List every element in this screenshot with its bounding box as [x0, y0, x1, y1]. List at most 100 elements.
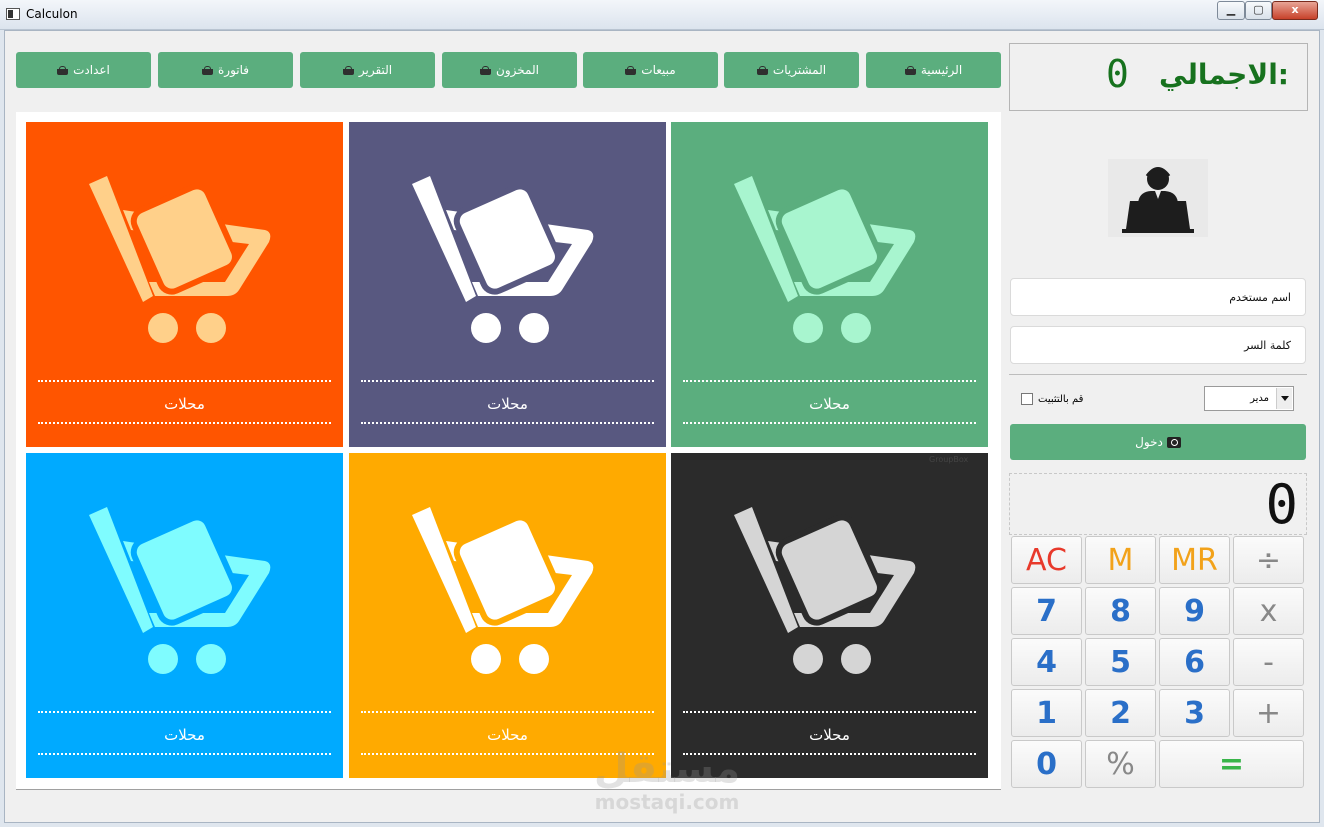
- role-select[interactable]: مدير: [1204, 386, 1294, 411]
- close-button[interactable]: x: [1272, 1, 1318, 20]
- nav-invoice-button[interactable]: فاتورة: [158, 52, 293, 88]
- calc-subtract-button[interactable]: -: [1233, 638, 1304, 686]
- nav-label: اعدادت: [73, 63, 110, 77]
- password-input[interactable]: [1011, 327, 1305, 363]
- dotted-divider: [361, 711, 654, 713]
- dotted-divider: [38, 422, 331, 424]
- shopping-cart-icon: [89, 507, 271, 674]
- divider: [1009, 374, 1307, 375]
- calc-multiply-button[interactable]: x: [1233, 587, 1304, 635]
- maximize-button[interactable]: ▢: [1245, 1, 1272, 20]
- total-value: 0: [1106, 52, 1129, 96]
- store-tile[interactable]: محلات: [26, 453, 343, 778]
- calc-digit-4-button[interactable]: 4: [1011, 638, 1082, 686]
- role-value: مدير: [1250, 393, 1269, 404]
- pin-label: قم بالتثبيت: [1038, 393, 1084, 405]
- nav-label: المشتريات: [772, 63, 827, 77]
- tile-label: محلات: [809, 726, 850, 744]
- watermark: مستقل mostaqi.com: [587, 747, 747, 813]
- basket-icon: [904, 65, 916, 75]
- store-tile[interactable]: محلات: [671, 122, 988, 447]
- basket-icon: [480, 65, 492, 75]
- nav-home-button[interactable]: الرئيسية: [866, 52, 1001, 88]
- nav-label: مبيعات: [641, 63, 676, 77]
- nav-label: المخزون: [496, 63, 539, 77]
- calc-digit-2-button[interactable]: 2: [1085, 689, 1156, 737]
- nav-label: فاتورة: [217, 63, 249, 77]
- dotted-divider: [38, 753, 331, 755]
- tile-label: محلات: [164, 395, 205, 413]
- username-field[interactable]: [1010, 278, 1306, 316]
- tile-label: محلات: [487, 395, 528, 413]
- minimize-button[interactable]: ▁: [1217, 1, 1245, 20]
- watermark-latin: mostaqi.com: [594, 790, 740, 814]
- tile-label: محلات: [809, 395, 850, 413]
- camera-icon: [1166, 436, 1181, 448]
- calc-percent-button[interactable]: %: [1085, 740, 1156, 788]
- dotted-divider: [683, 380, 976, 382]
- divider: [16, 789, 1001, 790]
- nav-inventory-button[interactable]: المخزون: [442, 52, 577, 88]
- nav-purchases-button[interactable]: المشتريات: [724, 52, 859, 88]
- calc-add-button[interactable]: +: [1233, 689, 1304, 737]
- pin-option[interactable]: قم بالتثبيت: [1021, 391, 1083, 407]
- main-window: اعدادت فاتورة التقرير المخزون مبيعات الم…: [4, 30, 1320, 823]
- calc-digit-6-button[interactable]: 6: [1159, 638, 1230, 686]
- calc-digit-1-button[interactable]: 1: [1011, 689, 1082, 737]
- calc-memory-button[interactable]: M: [1085, 536, 1156, 584]
- shopping-cart-icon: [734, 176, 916, 343]
- basket-icon: [342, 65, 354, 75]
- calc-digit-3-button[interactable]: 3: [1159, 689, 1230, 737]
- basket-icon: [756, 65, 768, 75]
- user-avatar-icon: [1108, 159, 1208, 237]
- title-bar: Calculon ▁ ▢ x: [0, 0, 1324, 30]
- tile-label: محلات: [487, 726, 528, 744]
- password-field[interactable]: [1010, 326, 1306, 364]
- dotted-divider: [683, 422, 976, 424]
- nav-label: التقرير: [358, 63, 393, 77]
- calc-memory-recall-button[interactable]: MR: [1159, 536, 1230, 584]
- basket-icon: [625, 65, 637, 75]
- window-title: Calculon: [26, 7, 78, 21]
- store-tile[interactable]: محلات: [671, 453, 988, 778]
- store-tile[interactable]: محلات: [26, 122, 343, 447]
- dotted-divider: [683, 711, 976, 713]
- username-input[interactable]: [1011, 279, 1305, 315]
- login-button[interactable]: دخول: [1010, 424, 1306, 460]
- dotted-divider: [38, 380, 331, 382]
- shopping-cart-icon: [89, 176, 271, 343]
- calc-digit-8-button[interactable]: 8: [1085, 587, 1156, 635]
- nav-report-button[interactable]: التقرير: [300, 52, 435, 88]
- store-tile[interactable]: محلات: [349, 453, 666, 778]
- dotted-divider: [361, 422, 654, 424]
- watermark-arabic: مستقل: [593, 746, 741, 792]
- groupbox-label: GroupBox: [929, 455, 969, 464]
- nav-sales-button[interactable]: مبيعات: [583, 52, 718, 88]
- calc-divide-button[interactable]: ÷: [1233, 536, 1304, 584]
- dotted-divider: [361, 380, 654, 382]
- shopping-cart-icon: [734, 507, 916, 674]
- total-panel: الاجمالي: 0: [1009, 43, 1308, 111]
- calc-digit-9-button[interactable]: 9: [1159, 587, 1230, 635]
- calc-digit-5-button[interactable]: 5: [1085, 638, 1156, 686]
- nav-label: الرئيسية: [920, 63, 963, 77]
- calculator-value: 0: [1265, 473, 1298, 536]
- calculator-display: 0: [1009, 473, 1307, 536]
- nav-settings-button[interactable]: اعدادت: [16, 52, 151, 88]
- tile-label: محلات: [164, 726, 205, 744]
- calc-digit-7-button[interactable]: 7: [1011, 587, 1082, 635]
- pin-checkbox[interactable]: [1021, 393, 1033, 405]
- chevron-down-icon[interactable]: [1276, 388, 1292, 409]
- login-label: دخول: [1135, 435, 1163, 449]
- shopping-cart-icon: [412, 176, 594, 343]
- shopping-cart-icon: [412, 507, 594, 674]
- stores-tiles-panel: محلات محلات محلات محلات محلات محلات Grou…: [16, 112, 1001, 790]
- dotted-divider: [38, 711, 331, 713]
- calc-ac-button[interactable]: AC: [1011, 536, 1082, 584]
- store-tile[interactable]: محلات: [349, 122, 666, 447]
- basket-icon: [57, 65, 69, 75]
- total-label: الاجمالي:: [1159, 58, 1289, 91]
- calc-equals-button[interactable]: =: [1159, 740, 1304, 788]
- app-icon: [6, 8, 20, 20]
- calc-digit-0-button[interactable]: 0: [1011, 740, 1082, 788]
